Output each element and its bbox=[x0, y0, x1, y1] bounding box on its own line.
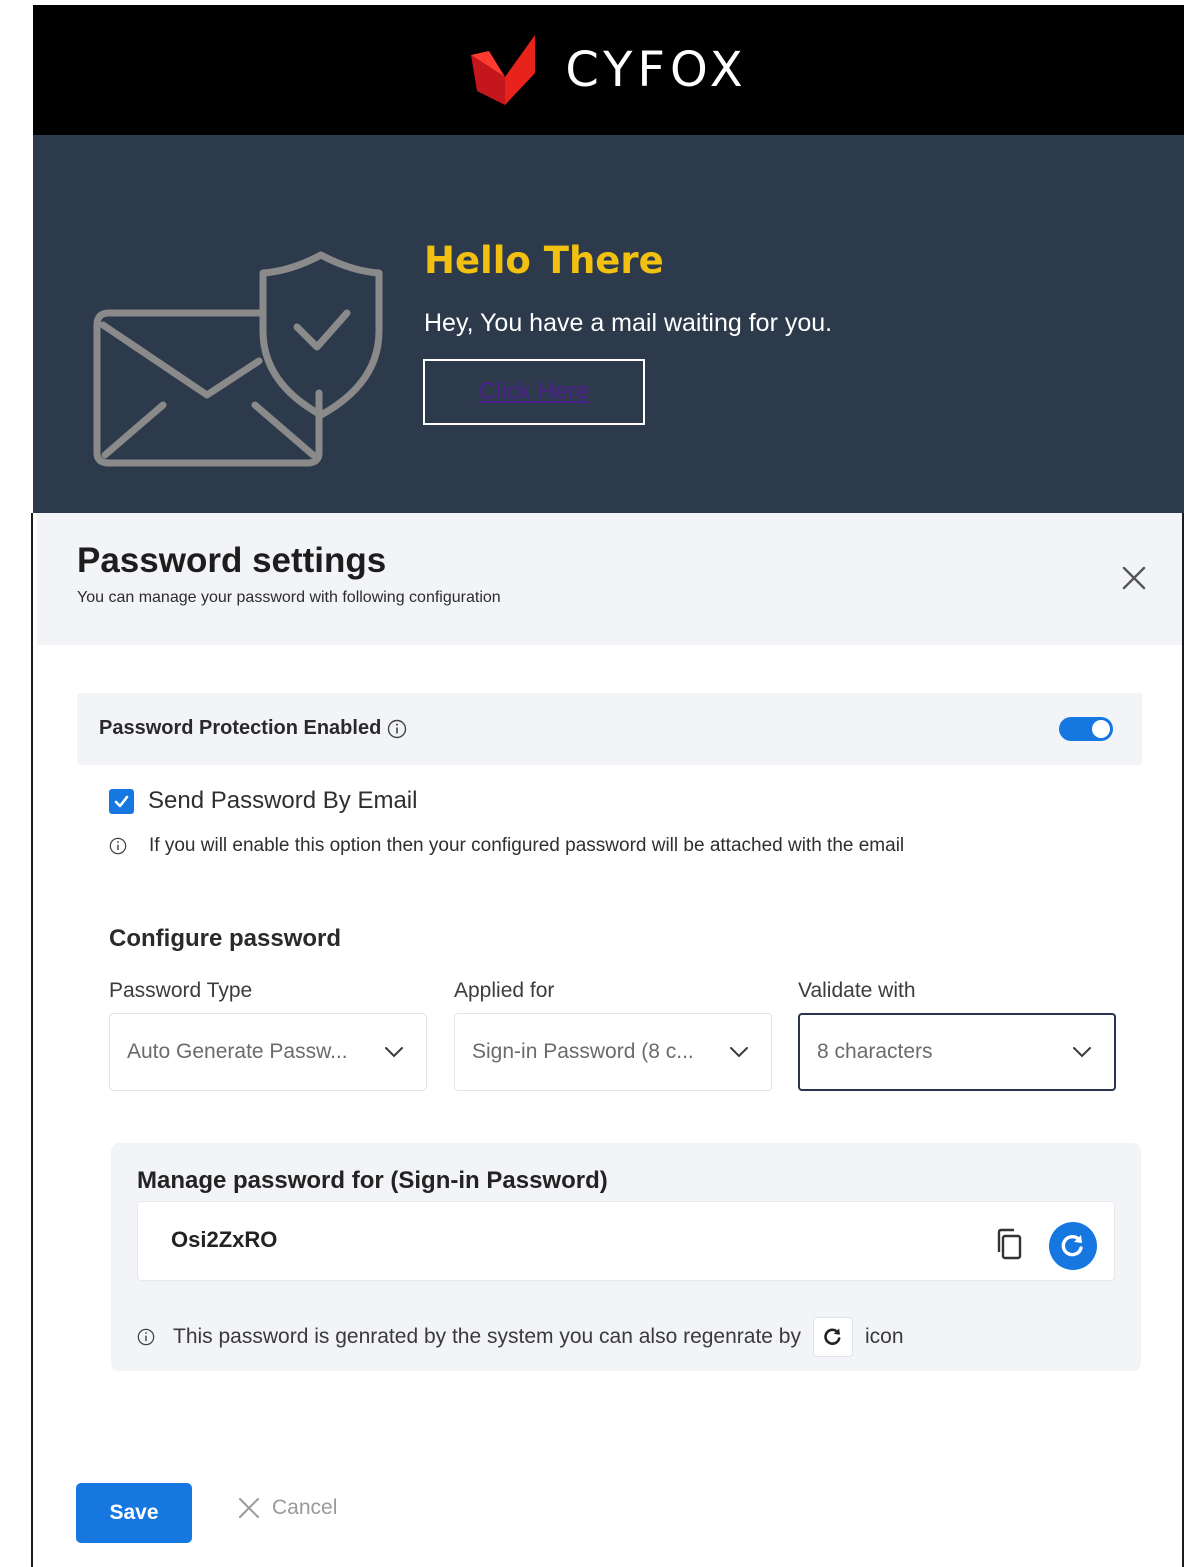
validate-with-value: 8 characters bbox=[817, 1040, 933, 1063]
password-type-select[interactable]: Auto Generate Passw... bbox=[109, 1013, 427, 1091]
chevron-down-icon bbox=[730, 1047, 748, 1058]
dialog-header: Password settings You can manage your pa… bbox=[37, 513, 1182, 645]
close-icon bbox=[239, 1498, 259, 1518]
close-button[interactable] bbox=[1119, 563, 1149, 593]
inline-refresh-icon bbox=[813, 1317, 853, 1357]
chevron-down-icon bbox=[385, 1047, 403, 1058]
password-type-label: Password Type bbox=[109, 979, 253, 1002]
password-settings-dialog: Password settings You can manage your pa… bbox=[31, 513, 1184, 1567]
chevron-down-icon bbox=[1073, 1047, 1091, 1058]
check-icon bbox=[114, 795, 129, 807]
dialog-subtitle: You can manage your password with follow… bbox=[77, 589, 501, 606]
email-page: CYFOX Hello There Hey, You have a mail w… bbox=[0, 0, 1191, 1567]
validate-with-select[interactable]: 8 characters bbox=[798, 1013, 1116, 1091]
brand-name: CYFOX bbox=[565, 42, 748, 98]
brand-bar: CYFOX bbox=[33, 5, 1184, 135]
info-icon bbox=[137, 1328, 155, 1346]
applied-for-label: Applied for bbox=[454, 979, 555, 1002]
send-password-email-row: Send Password By Email bbox=[109, 787, 417, 815]
hero-message: Hey, You have a mail waiting for you. bbox=[424, 309, 833, 337]
applied-for-select[interactable]: Sign-in Password (8 c... bbox=[454, 1013, 772, 1091]
cancel-label: Cancel bbox=[272, 1496, 338, 1519]
refresh-icon bbox=[824, 1328, 841, 1345]
manage-password-panel: Manage password for (Sign-in Password) O… bbox=[111, 1143, 1141, 1301]
cyfox-logo-icon bbox=[471, 35, 536, 105]
send-hint-text: If you will enable this option then your… bbox=[149, 835, 905, 856]
password-protection-text: Password Protection Enabled bbox=[99, 717, 382, 739]
password-type-value: Auto Generate Passw... bbox=[127, 1040, 348, 1063]
regenerate-hint-text: This password is genrated by the system … bbox=[173, 1325, 801, 1348]
cancel-button[interactable]: Cancel bbox=[238, 1496, 337, 1520]
password-field[interactable]: Osi2ZxRO bbox=[137, 1201, 1115, 1281]
save-button[interactable]: Save bbox=[76, 1483, 192, 1543]
configure-password-title: Configure password bbox=[109, 925, 342, 952]
regenerate-hint: This password is genrated by the system … bbox=[137, 1317, 904, 1357]
copy-icon[interactable] bbox=[992, 1226, 1028, 1262]
dialog-title: Password settings bbox=[77, 541, 387, 580]
mail-shield-icon bbox=[93, 251, 383, 467]
validate-with-label: Validate with bbox=[798, 979, 916, 1002]
info-icon bbox=[109, 837, 127, 855]
regenerate-button[interactable] bbox=[1049, 1222, 1097, 1270]
send-password-email-label: Send Password By Email bbox=[148, 787, 418, 814]
info-icon[interactable] bbox=[387, 719, 407, 739]
password-protection-label: Password Protection Enabled bbox=[99, 717, 407, 740]
password-value: Osi2ZxRO bbox=[171, 1227, 278, 1252]
manage-password-title: Manage password for (Sign-in Password) bbox=[137, 1167, 608, 1194]
hero-section: Hello There Hey, You have a mail waiting… bbox=[33, 135, 1184, 513]
password-protection-row: Password Protection Enabled bbox=[77, 693, 1142, 765]
toggle-knob bbox=[1092, 720, 1110, 738]
click-here-button[interactable]: Click Here bbox=[423, 359, 645, 425]
close-icon bbox=[1122, 566, 1146, 590]
send-password-email-hint: If you will enable this option then your… bbox=[109, 835, 904, 857]
refresh-icon bbox=[1061, 1234, 1083, 1257]
password-protection-toggle[interactable] bbox=[1059, 717, 1113, 741]
regenerate-hint-suffix: icon bbox=[865, 1325, 904, 1348]
hero-title: Hello There bbox=[424, 239, 664, 282]
send-password-email-checkbox[interactable] bbox=[109, 788, 134, 814]
applied-for-value: Sign-in Password (8 c... bbox=[472, 1040, 694, 1063]
